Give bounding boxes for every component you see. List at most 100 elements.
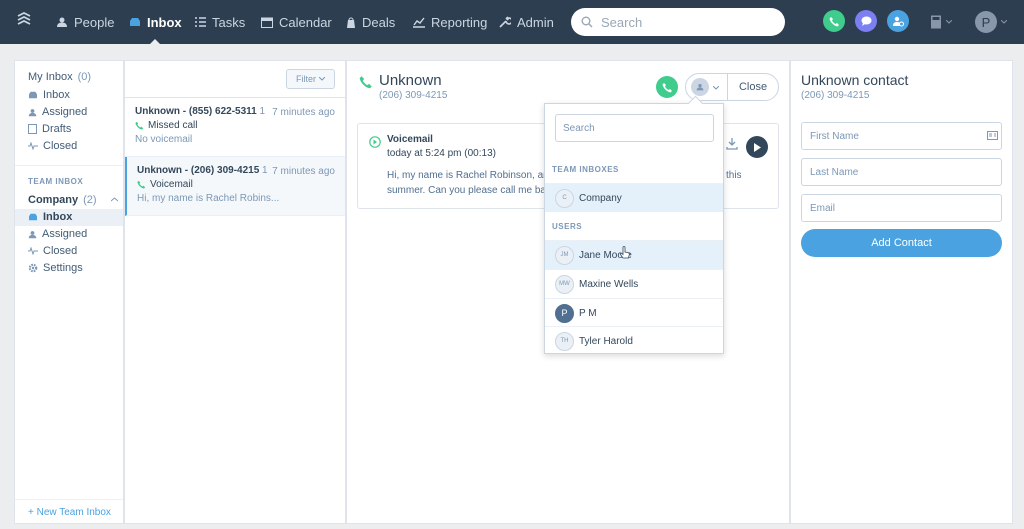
chevron-down-icon — [319, 77, 325, 81]
hand-cursor-icon — [619, 246, 630, 259]
sidebar-item-label: Drafts — [42, 123, 72, 135]
play-circle-icon[interactable] — [369, 136, 381, 148]
last-name-field[interactable] — [801, 158, 1002, 186]
sidebar-item-company-assigned[interactable]: Assigned — [28, 228, 87, 240]
sidebar-item-company-closed[interactable]: Closed — [28, 245, 77, 257]
chevron-down-icon — [1001, 20, 1007, 24]
person-icon — [28, 108, 37, 116]
download-icon[interactable] — [726, 137, 738, 150]
global-search-input[interactable] — [601, 14, 771, 30]
nav-people-label: People — [74, 14, 115, 30]
close-button[interactable]: Close — [727, 73, 779, 101]
user-name: Tyler Harold — [579, 335, 633, 347]
voicemail-text-line2: summer. Can you please call me back — [387, 185, 556, 196]
sidebar-item-settings[interactable]: Settings — [28, 262, 83, 274]
assign-option-company[interactable]: C Company — [545, 183, 723, 212]
inbox-icon — [29, 213, 37, 221]
assign-button[interactable] — [685, 73, 728, 101]
assign-option-user[interactable]: MW Maxine Wells — [545, 269, 723, 298]
account-menu[interactable]: P — [975, 0, 1007, 44]
add-person-button[interactable] — [887, 10, 909, 32]
chat-button[interactable] — [855, 10, 877, 32]
assign-option-user[interactable]: TH Tyler Harold — [545, 326, 723, 355]
nav-deals[interactable]: Deals — [346, 0, 395, 44]
phone-icon — [829, 16, 839, 26]
assign-option-user[interactable]: JM Jane Moore — [545, 240, 723, 269]
new-team-inbox-link[interactable]: + New Team Inbox — [28, 507, 111, 518]
my-inbox-count: (0) — [77, 71, 92, 83]
inbox-icon — [130, 18, 140, 26]
avatar: P — [975, 11, 997, 33]
voicemail-meta: today at 5:24 pm (00:13) — [387, 148, 496, 159]
filter-label: Filter — [296, 74, 316, 84]
notebook-menu[interactable] — [930, 0, 952, 44]
email-field[interactable] — [801, 194, 1002, 222]
chevron-down-icon — [946, 20, 952, 24]
team-inboxes-header: TEAM INBOXES — [552, 165, 619, 174]
voicemail-title: Voicemail — [387, 134, 433, 145]
nav-inbox[interactable]: Inbox — [129, 0, 182, 45]
my-inbox-label: My Inbox — [28, 71, 73, 83]
phone-icon — [135, 121, 144, 130]
assign-search-input[interactable] — [555, 114, 714, 142]
sidebar-item-company-inbox[interactable]: Inbox — [28, 211, 72, 223]
conversation-title: Unknown - (206) 309-4215 — [137, 165, 260, 176]
global-search[interactable] — [571, 8, 785, 36]
sidebar-item-label: Assigned — [42, 106, 88, 118]
company-label: Company — [28, 194, 79, 206]
assignee-avatar — [691, 78, 709, 96]
search-icon — [581, 16, 593, 28]
sidebar-item-drafts[interactable]: Drafts — [28, 123, 71, 135]
nav-tasks[interactable]: Tasks — [195, 0, 245, 44]
calling-button[interactable] — [823, 10, 845, 32]
user-name: Maxine Wells — [579, 278, 639, 290]
assign-option-user[interactable]: P P M — [545, 298, 723, 327]
first-name-field[interactable] — [801, 122, 1002, 150]
team-avatar: C — [555, 188, 574, 208]
nav-reporting[interactable]: Reporting — [413, 0, 487, 44]
sidebar-item-my-inbox[interactable]: Inbox — [28, 89, 70, 101]
assign-dropdown: TEAM INBOXES C Company USERS JM Jane Moo… — [544, 103, 724, 354]
contact-card-icon — [987, 131, 998, 140]
activity-icon — [28, 142, 38, 150]
play-button[interactable] — [746, 136, 768, 158]
activity-icon — [28, 247, 38, 255]
sidebar-item-my-closed[interactable]: Closed — [28, 140, 77, 152]
conversation-item[interactable]: Unknown - (855) 622-5311 1 7 minutes ago… — [125, 98, 345, 157]
user-avatar: JM — [555, 245, 574, 265]
avatar-initial: P — [981, 14, 991, 30]
nav-people[interactable]: People — [56, 0, 114, 44]
inbox-sidebar: My Inbox (0) Inbox Assigned Drafts Close… — [14, 60, 124, 524]
nav-reporting-label: Reporting — [431, 14, 488, 30]
voicemail-text-line1-tail: this — [726, 170, 742, 181]
sidebar-item-label: Closed — [43, 245, 78, 257]
conversation-item-selected[interactable]: Unknown - (206) 309-4215 1 7 minutes ago… — [125, 157, 345, 216]
conversation-list: Filter Unknown - (855) 622-5311 1 7 minu… — [124, 60, 346, 524]
nav-calendar[interactable]: Calendar — [261, 0, 332, 44]
filter-button[interactable]: Filter — [286, 69, 335, 89]
conversation-preview: No voicemail — [135, 134, 193, 145]
sidebar-item-my-assigned[interactable]: Assigned — [28, 106, 87, 118]
nav-inbox-label: Inbox — [147, 14, 182, 30]
deals-icon — [347, 17, 355, 28]
voicemail-text-line1: Hi, my name is Rachel Robinson, and — [387, 170, 555, 181]
divider — [15, 499, 123, 500]
nav-admin[interactable]: Admin — [499, 0, 554, 44]
phone-icon — [137, 180, 146, 189]
reporting-icon — [413, 17, 425, 28]
thread-contact-phone: (206) 309-4215 — [379, 90, 448, 101]
user-avatar: MW — [555, 274, 574, 294]
phone-icon — [359, 76, 372, 89]
add-person-icon — [893, 16, 904, 26]
call-button[interactable] — [656, 76, 678, 98]
tasks-icon — [195, 17, 206, 27]
sidebar-my-inbox[interactable]: My Inbox (0) — [28, 71, 91, 83]
user-avatar: P — [555, 303, 574, 323]
app-logo-icon[interactable] — [16, 11, 32, 32]
add-contact-button[interactable]: Add Contact — [801, 229, 1002, 257]
sidebar-company[interactable]: Company (2) — [28, 194, 97, 206]
drafts-icon — [28, 124, 37, 134]
chevron-up-icon[interactable] — [111, 197, 118, 202]
conversation-count: 1 — [259, 106, 266, 117]
conversation-time: 7 minutes ago — [272, 107, 335, 118]
